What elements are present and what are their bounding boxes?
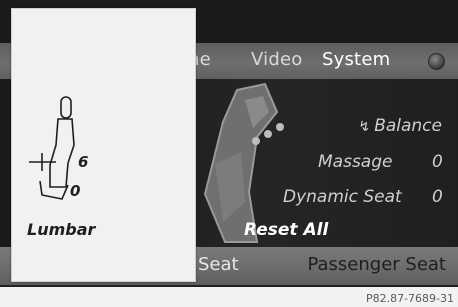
lumbar-upper-value: 6 xyxy=(78,153,89,171)
lumbar-seat-icon xyxy=(29,96,75,200)
tab-seat[interactable]: Seat xyxy=(198,254,239,275)
balance-icon: ↯ xyxy=(358,119,371,135)
option-massage-value: 0 xyxy=(432,152,443,172)
option-reset-all[interactable]: Reset All xyxy=(244,220,328,240)
lumbar-lower-value: 0 xyxy=(70,182,81,200)
option-massage-label[interactable]: Massage xyxy=(318,152,392,172)
option-balance-label: Balance xyxy=(374,116,442,136)
menu-item-video[interactable]: Video xyxy=(251,49,302,70)
option-dynamic-seat-value: 0 xyxy=(432,187,443,207)
menu-item-system[interactable]: System xyxy=(322,49,390,70)
tab-passenger-seat[interactable]: Passenger Seat xyxy=(307,254,446,275)
option-balance[interactable]: ↯ Balance xyxy=(358,116,442,136)
status-dot-icon xyxy=(428,53,445,70)
option-dynamic-seat-label[interactable]: Dynamic Seat xyxy=(283,187,402,207)
lumbar-panel: 6 0 Lumbar xyxy=(11,8,196,282)
app-screen: ne Video System ↯ Balance Massage 0 Dynam… xyxy=(0,0,458,307)
lumbar-label: Lumbar xyxy=(27,220,96,239)
image-caption: P82.87-7689-31 xyxy=(365,292,454,305)
